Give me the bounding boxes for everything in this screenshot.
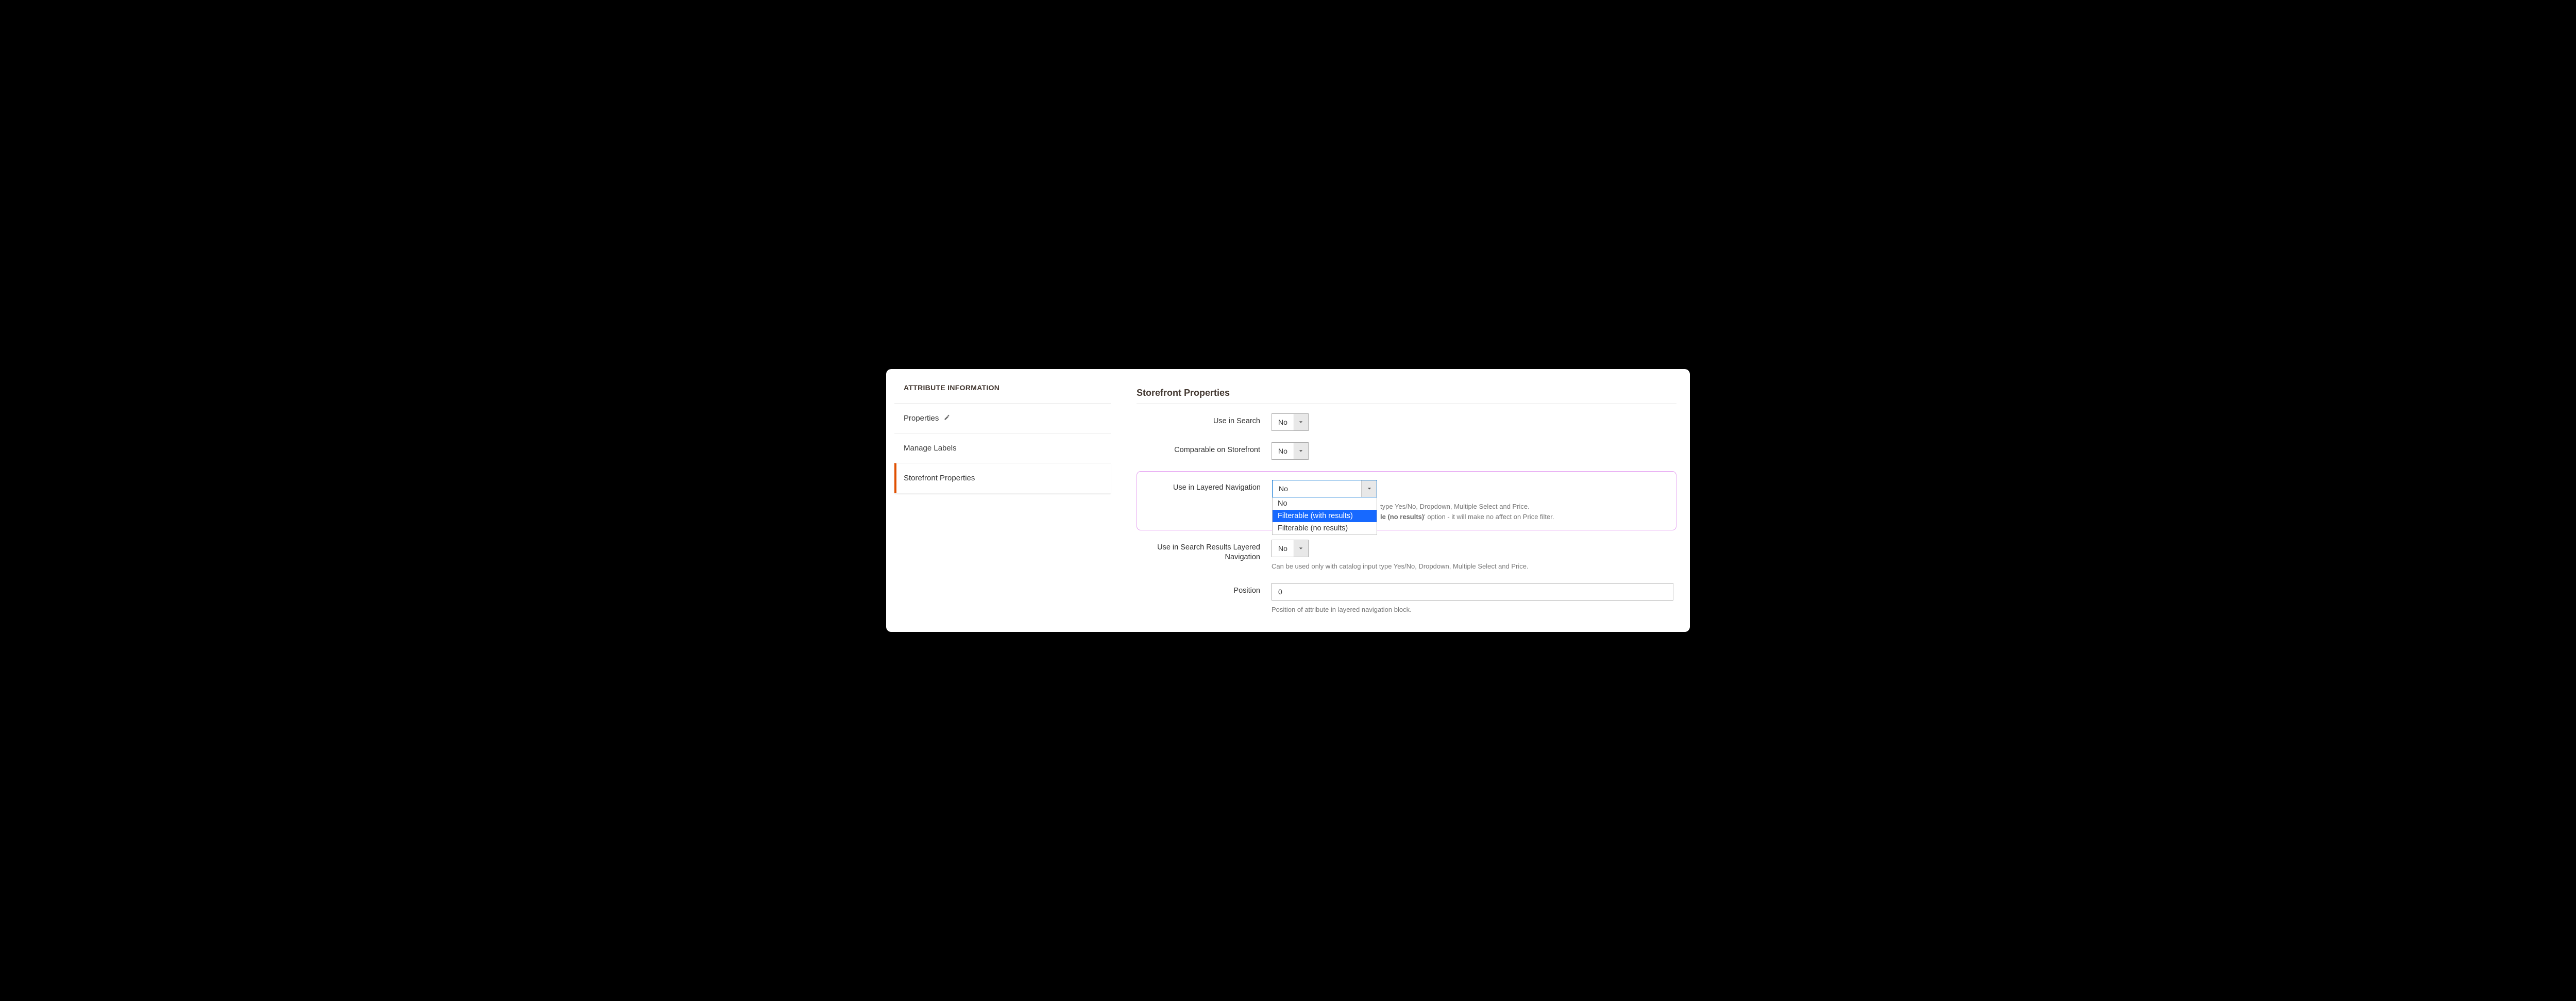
- field-label: Use in Search Results Layered Navigation: [1137, 540, 1260, 562]
- sidebar-item-label: Properties: [904, 414, 939, 423]
- position-help: Position of attribute in layered navigat…: [1272, 605, 1676, 615]
- sidebar-item-label: Storefront Properties: [904, 474, 975, 482]
- field-search-results-layered: Use in Search Results Layered Navigation…: [1137, 540, 1676, 572]
- chevron-down-icon: [1294, 540, 1308, 557]
- select-value: No: [1273, 480, 1361, 497]
- layered-nav-dropdown: No Filterable (with results) Filterable …: [1272, 497, 1377, 535]
- select-value: No: [1272, 443, 1294, 459]
- search-results-layered-select[interactable]: No: [1272, 540, 1309, 557]
- attribute-info-sidebar: ATTRIBUTE INFORMATION Properties Manage …: [894, 378, 1111, 627]
- field-position: Position Position of attribute in layere…: [1137, 583, 1676, 615]
- field-comparable: Comparable on Storefront No: [1137, 442, 1676, 460]
- field-label: Comparable on Storefront: [1137, 442, 1260, 455]
- field-label: Use in Search: [1137, 413, 1260, 426]
- sidebar-item-manage-labels[interactable]: Manage Labels: [894, 433, 1111, 463]
- dropdown-option-filterable-with-results[interactable]: Filterable (with results): [1273, 510, 1377, 522]
- use-in-search-select[interactable]: No: [1272, 413, 1309, 431]
- chevron-down-icon: [1294, 443, 1308, 459]
- dropdown-option-no[interactable]: No: [1273, 497, 1377, 510]
- select-value: No: [1272, 540, 1294, 557]
- chevron-down-icon: [1294, 414, 1308, 430]
- admin-panel: ATTRIBUTE INFORMATION Properties Manage …: [886, 369, 1690, 632]
- position-input[interactable]: [1272, 583, 1673, 600]
- storefront-properties-form: Storefront Properties Use in Search No C…: [1111, 378, 1682, 627]
- field-use-in-search: Use in Search No: [1137, 413, 1676, 431]
- layered-nav-select[interactable]: No No Filterable (with results) Filterab…: [1272, 480, 1377, 497]
- sidebar-header: ATTRIBUTE INFORMATION: [894, 378, 1111, 403]
- field-label: Position: [1137, 583, 1260, 596]
- comparable-select[interactable]: No: [1272, 442, 1309, 460]
- section-title: Storefront Properties: [1137, 378, 1676, 404]
- field-label: Use in Layered Navigation: [1137, 480, 1261, 493]
- dropdown-option-filterable-no-results[interactable]: Filterable (no results): [1273, 522, 1377, 535]
- select-value: No: [1272, 414, 1294, 430]
- sidebar-item-properties[interactable]: Properties: [894, 403, 1111, 433]
- field-layered-navigation: Use in Layered Navigation No No Filterab…: [1137, 471, 1676, 530]
- search-results-layered-help: Can be used only with catalog input type…: [1272, 561, 1676, 572]
- sidebar-item-label: Manage Labels: [904, 444, 957, 453]
- chevron-down-icon: [1361, 480, 1377, 497]
- pencil-icon: [944, 414, 950, 423]
- sidebar-item-storefront-properties[interactable]: Storefront Properties: [894, 463, 1111, 493]
